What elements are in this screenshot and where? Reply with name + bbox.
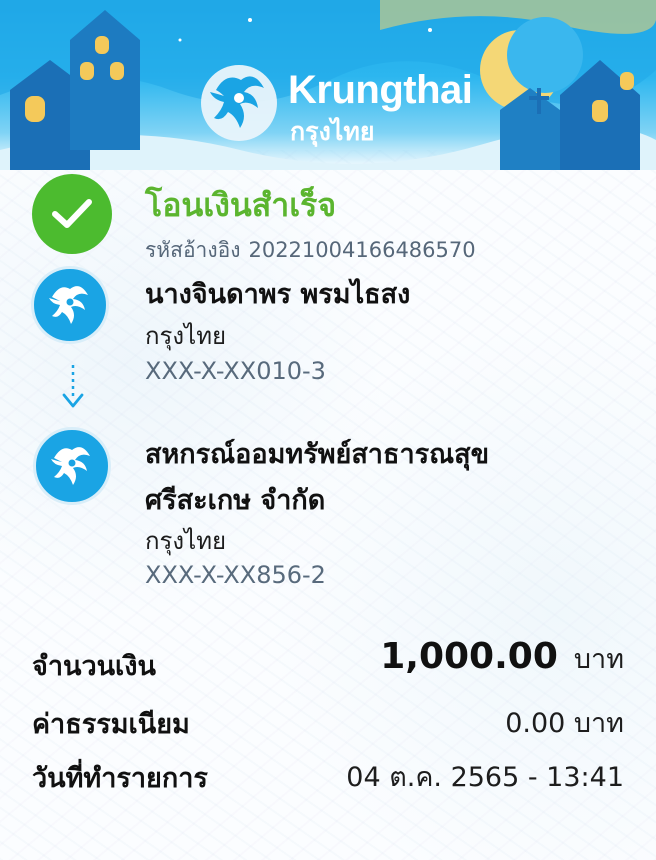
amount-label: จำนวนเงิน [32, 651, 156, 682]
transfer-arrow-icon [62, 365, 84, 408]
header-banner: Krungthai กรุงไทย [0, 0, 656, 170]
amount-value-row: 1,000.00 บาท [380, 636, 624, 680]
transfer-status-title: โอนเงินสำเร็จ [145, 186, 337, 224]
krungthai-logo-icon [201, 65, 277, 141]
receiver-name-line1: สหกรณ์ออมทรัพย์สาธารณสุข [145, 439, 490, 470]
fee-value: 0.00 บาท [505, 708, 624, 739]
datetime-value: 04 ต.ค. 2565 - 13:41 [346, 762, 624, 793]
reference-line: รหัสอ้างอิง 20221004166486570 [145, 234, 484, 267]
krungthai-brand: Krungthai กรุงไทย [196, 60, 473, 150]
krungthai-logo-icon [51, 447, 90, 485]
fee-label: ค่าธรรมเนียม [32, 709, 190, 740]
amount-unit: บาท [573, 644, 624, 675]
sender-name: นางจินดาพร พรมไธสง [145, 279, 411, 310]
reference-number: 20221004166486570 [248, 238, 476, 262]
receiver-name-line2: ศรีสะเกษ จำกัด [145, 485, 326, 516]
amount-value: 1,000.00 [380, 636, 558, 677]
sender-bank-name: กรุงไทย [145, 322, 227, 350]
sender-account-number: XXX-X-XX010-3 [145, 357, 326, 385]
receiver-bank-avatar [33, 427, 111, 505]
receiver-bank-name: กรุงไทย [145, 527, 227, 555]
receiver-account-number: XXX-X-XX856-2 [145, 561, 326, 589]
check-icon [52, 199, 92, 228]
krungthai-logo-icon [49, 286, 88, 324]
datetime-label: วันที่ทำรายการ [32, 763, 208, 794]
brand-name-en: Krungthai [288, 68, 473, 112]
success-check-icon [32, 174, 112, 254]
sender-bank-avatar [31, 266, 109, 344]
reference-label: รหัสอ้างอิง [145, 238, 241, 262]
brand-name-th: กรุงไทย [290, 117, 375, 146]
